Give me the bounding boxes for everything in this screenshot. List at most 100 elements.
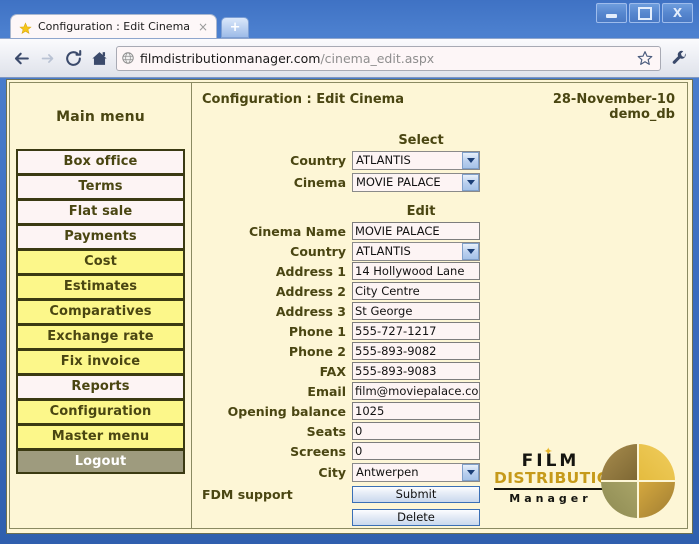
label-select-cinema: Cinema (293, 174, 346, 190)
submit-button[interactable]: Submit (352, 485, 480, 503)
url-text: filmdistributionmanager.com/cinema_edit.… (140, 51, 634, 66)
input-phone-2[interactable]: 555-893-9082 (352, 342, 480, 360)
sidebar-item-comparatives[interactable]: Comparatives (16, 299, 185, 324)
label-edit-country: Country (290, 243, 346, 259)
label-select-country: Country (290, 152, 346, 168)
close-button[interactable]: X (662, 3, 693, 23)
chevron-down-icon (462, 173, 479, 191)
browser-menu-button[interactable] (667, 44, 691, 72)
chevron-down-icon (462, 463, 479, 481)
field-row-address-1: Address 1 14 Hollywood Lane (192, 261, 687, 281)
browser-tab[interactable]: Configuration : Edit Cinema × (10, 14, 218, 38)
field-row-address-2: Address 2 City Centre (192, 281, 687, 301)
app-page: Main menu Box office Terms Flat sale Pay… (9, 82, 688, 529)
tab-strip: Configuration : Edit Cinema × + (10, 14, 250, 38)
main-content: Configuration : Edit Cinema 28-November-… (192, 83, 687, 528)
field-row-cinema-name: Cinema Name MOVIE PALACE (192, 221, 687, 241)
label-opening-balance: Opening balance (227, 403, 346, 419)
input-address-1[interactable]: 14 Hollywood Lane (352, 262, 480, 280)
title-bar: Configuration : Edit Cinema × + X (0, 0, 699, 38)
select-heading: Select (398, 133, 444, 148)
label-cinema-name: Cinema Name (248, 223, 346, 239)
fdm-logo: ✦ FILM DISTRIBUTION Manager (494, 442, 679, 524)
bookmark-button[interactable] (634, 47, 656, 69)
input-opening-balance[interactable]: 1025 (352, 402, 480, 420)
label-address-3: Address 3 (275, 303, 346, 319)
content-header: Configuration : Edit Cinema 28-November-… (192, 83, 687, 122)
maximize-button[interactable] (629, 3, 660, 23)
sidebar-item-fix-invoice[interactable]: Fix invoice (16, 349, 185, 374)
home-icon (91, 51, 107, 65)
label-email: Email (307, 383, 346, 399)
header-meta: 28-November-10 demo_db (553, 92, 675, 122)
sidebar-item-box-office[interactable]: Box office (16, 149, 185, 174)
label-screens: Screens (290, 443, 346, 459)
url-domain: filmdistributionmanager.com (140, 50, 321, 66)
url-path: /cinema_edit.aspx (320, 50, 435, 66)
select-country-value: ATLANTIS (356, 152, 411, 167)
minimize-icon (606, 13, 617, 18)
fdm-support-label: FDM support (202, 486, 293, 502)
input-address-2[interactable]: City Centre (352, 282, 480, 300)
maximize-icon (637, 6, 652, 20)
home-button[interactable] (86, 44, 112, 72)
close-window-icon: X (672, 6, 683, 20)
sidebar-item-estimates[interactable]: Estimates (16, 274, 185, 299)
input-screens[interactable]: 0 (352, 442, 480, 460)
reload-icon (65, 49, 81, 66)
delete-button[interactable]: Delete (352, 508, 480, 526)
window-controls: X (596, 3, 693, 23)
label-seats: Seats (306, 423, 346, 439)
input-email[interactable]: film@moviepalace.com (352, 382, 480, 400)
select-cinema-value: MOVIE PALACE (356, 174, 441, 189)
input-fax[interactable]: 555-893-9083 (352, 362, 480, 380)
back-button[interactable] (8, 44, 34, 72)
select-country-dropdown[interactable]: ATLANTIS (352, 150, 480, 170)
sidebar-item-master-menu[interactable]: Master menu (16, 424, 185, 449)
forward-button[interactable] (34, 44, 60, 72)
input-address-3[interactable]: St George (352, 302, 480, 320)
select-section: Select Country ATLANTIS Cinema MOVIE PAL… (192, 133, 687, 192)
city-value: Antwerpen (356, 464, 419, 479)
close-icon[interactable]: × (196, 21, 210, 33)
chevron-down-icon (462, 242, 479, 260)
field-row-seats: Seats 0 (192, 421, 687, 441)
logo-star-icon: ✦ (543, 445, 556, 458)
page-title: Configuration : Edit Cinema (202, 92, 404, 107)
field-row-select-cinema: Cinema MOVIE PALACE (192, 172, 687, 192)
city-dropdown[interactable]: Antwerpen (352, 462, 480, 482)
database-name: demo_db (609, 107, 675, 122)
select-cinema-dropdown[interactable]: MOVIE PALACE (352, 172, 480, 192)
edit-country-dropdown[interactable]: ATLANTIS (352, 241, 480, 261)
page-viewport: Main menu Box office Terms Flat sale Pay… (6, 79, 693, 534)
star-outline-icon (637, 51, 653, 65)
logo-line-film: ✦ FILM (522, 446, 580, 470)
field-row-select-country: Country ATLANTIS (192, 150, 687, 170)
address-bar[interactable]: filmdistributionmanager.com/cinema_edit.… (116, 45, 661, 71)
input-phone-1[interactable]: 555-727-1217 (352, 322, 480, 340)
tab-title: Configuration : Edit Cinema (38, 20, 191, 33)
sidebar-item-logout[interactable]: Logout (16, 449, 185, 474)
forward-arrow-icon (41, 53, 53, 63)
label-address-2: Address 2 (275, 283, 346, 299)
label-address-1: Address 1 (275, 263, 346, 279)
minimize-button[interactable] (596, 3, 627, 23)
wrench-icon (672, 50, 686, 64)
sidebar-item-terms[interactable]: Terms (16, 174, 185, 199)
field-row-address-3: Address 3 St George (192, 301, 687, 321)
input-seats[interactable]: 0 (352, 422, 480, 440)
label-city: City (318, 464, 346, 480)
logo-line-manager: Manager (509, 492, 592, 505)
label-phone-1: Phone 1 (288, 323, 346, 339)
sidebar-item-configuration[interactable]: Configuration (16, 399, 185, 424)
sidebar-item-reports[interactable]: Reports (16, 374, 185, 399)
browser-window: Configuration : Edit Cinema × + X filmdi… (0, 0, 699, 544)
sidebar-item-exchange-rate[interactable]: Exchange rate (16, 324, 185, 349)
input-cinema-name[interactable]: MOVIE PALACE (352, 222, 480, 240)
edit-heading: Edit (406, 204, 436, 219)
new-tab-button[interactable]: + (221, 17, 250, 38)
reload-button[interactable] (60, 44, 86, 72)
logo-line-distribution: DISTRIBUTION (494, 470, 623, 490)
sidebar-item-cost[interactable]: Cost (16, 249, 185, 274)
sidebar-item-payments[interactable]: Payments (16, 224, 185, 249)
